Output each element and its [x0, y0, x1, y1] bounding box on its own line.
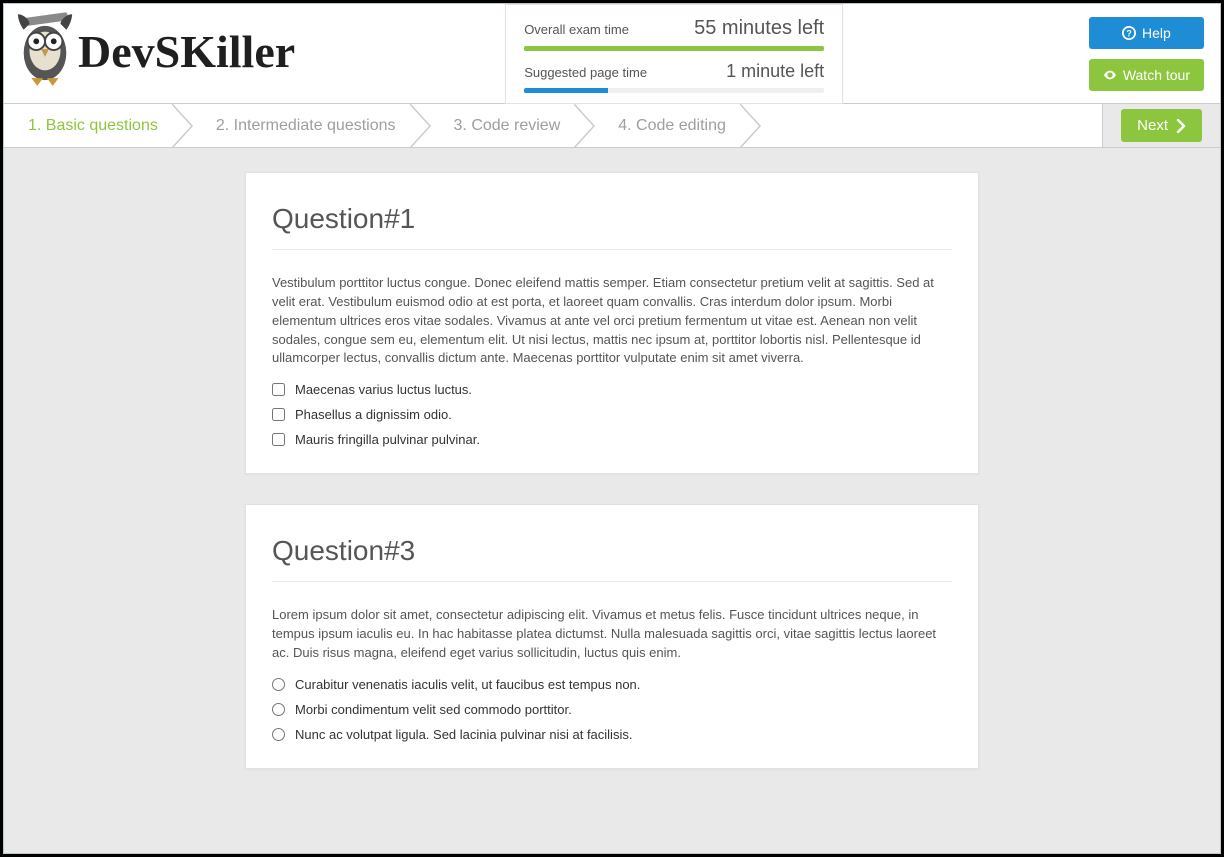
question-options: Maecenas varius luctus luctus. Phasellus…	[272, 382, 952, 447]
option-row[interactable]: Maecenas varius luctus luctus.	[272, 382, 952, 397]
option-row[interactable]: Mauris fringilla pulvinar pulvinar.	[272, 432, 952, 447]
help-button[interactable]: ? Help	[1089, 17, 1204, 49]
question-title: Question#1	[272, 203, 952, 250]
next-button[interactable]: Next	[1121, 109, 1202, 142]
step-label: 3. Code review	[454, 117, 561, 135]
timer-panel: Overall exam time 55 minutes left Sugges…	[505, 4, 843, 104]
step-label: 2. Intermediate questions	[216, 117, 396, 135]
overall-time-label: Overall exam time	[524, 22, 629, 37]
option-checkbox[interactable]	[272, 383, 285, 396]
option-row[interactable]: Curabitur venenatis iaculis velit, ut fa…	[272, 677, 952, 692]
option-text: Nunc ac volutpat ligula. Sed lacinia pul…	[295, 727, 632, 742]
option-text: Morbi condimentum velit sed commodo port…	[295, 702, 572, 717]
step-label: 4. Code editing	[618, 117, 726, 135]
help-label: Help	[1142, 25, 1171, 41]
page-time-bar	[524, 88, 824, 93]
question-title: Question#3	[272, 535, 952, 582]
overall-time-value: 55 minutes left	[694, 17, 824, 40]
next-label: Next	[1137, 117, 1168, 134]
option-text: Mauris fringilla pulvinar pulvinar.	[295, 432, 480, 447]
watch-tour-label: Watch tour	[1123, 67, 1190, 83]
eye-icon	[1103, 68, 1117, 82]
question-body: Lorem ipsum dolor sit amet, consectetur …	[272, 606, 952, 663]
step-code-editing[interactable]: 4. Code editing	[588, 104, 754, 147]
option-text: Maecenas varius luctus luctus.	[295, 382, 472, 397]
question-card-1: Question#1 Vestibulum porttitor luctus c…	[245, 172, 979, 474]
brand-logo[interactable]: DevSKiller	[14, 12, 295, 95]
page-time-label: Suggested page time	[524, 65, 647, 80]
step-nav: 1. Basic questions 2. Intermediate quest…	[4, 104, 1220, 148]
page-time-value: 1 minute left	[726, 61, 824, 82]
option-radio[interactable]	[272, 678, 285, 691]
chevron-right-icon	[740, 104, 768, 148]
step-intermediate-questions[interactable]: 2. Intermediate questions	[186, 104, 424, 147]
option-radio[interactable]	[272, 728, 285, 741]
option-radio[interactable]	[272, 703, 285, 716]
header: DevSKiller Overall exam time 55 minutes …	[4, 4, 1220, 104]
option-checkbox[interactable]	[272, 408, 285, 421]
brand-wordmark: DevSKiller	[78, 29, 295, 75]
option-text: Curabitur venenatis iaculis velit, ut fa…	[295, 677, 640, 692]
header-actions: ? Help Watch tour	[1089, 17, 1204, 91]
option-row[interactable]: Phasellus a dignissim odio.	[272, 407, 952, 422]
option-checkbox[interactable]	[272, 433, 285, 446]
chevron-right-icon	[1176, 119, 1186, 133]
svg-text:?: ?	[1126, 28, 1131, 38]
content-area: Question#1 Vestibulum porttitor luctus c…	[4, 148, 1220, 809]
option-row[interactable]: Nunc ac volutpat ligula. Sed lacinia pul…	[272, 727, 952, 742]
overall-time-bar	[524, 46, 824, 51]
question-body: Vestibulum porttitor luctus congue. Done…	[272, 274, 952, 368]
question-card-3: Question#3 Lorem ipsum dolor sit amet, c…	[245, 504, 979, 769]
step-code-review[interactable]: 3. Code review	[424, 104, 589, 147]
step-basic-questions[interactable]: 1. Basic questions	[4, 104, 186, 147]
question-options: Curabitur venenatis iaculis velit, ut fa…	[272, 677, 952, 742]
step-label: 1. Basic questions	[28, 117, 158, 135]
question-icon: ?	[1122, 26, 1136, 40]
owl-icon	[14, 12, 76, 95]
option-row[interactable]: Morbi condimentum velit sed commodo port…	[272, 702, 952, 717]
watch-tour-button[interactable]: Watch tour	[1089, 59, 1204, 91]
option-text: Phasellus a dignissim odio.	[295, 407, 452, 422]
